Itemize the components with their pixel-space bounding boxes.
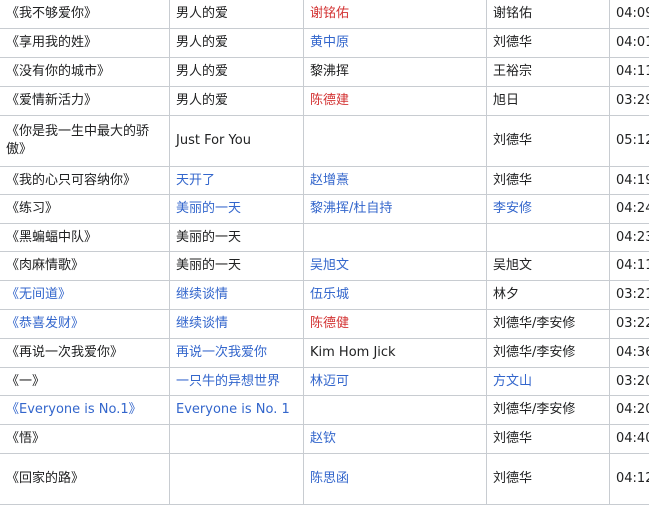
duration-cell: 04:19 [610,167,649,195]
song-title-cell: 《练习》 [0,195,170,224]
song-title-cell: 《享用我的姓》 [0,29,170,58]
duration-cell: 04:01 [610,29,649,58]
composer-cell[interactable]: 李安修 [487,195,610,224]
composer-cell [487,224,610,252]
song-title-cell: 《我的心只可容纳你》 [0,167,170,195]
song-title-cell: 《肉麻情歌》 [0,252,170,281]
duration-cell: 04:11 [610,252,649,281]
lyricist-cell[interactable]: 陈德建 [304,87,487,116]
lyricist-cell[interactable]: 黎沸挥/杜自持 [304,195,487,224]
duration-cell: 04:24 [610,195,649,224]
composer-cell: 刘德华/李安修 [487,396,610,425]
duration-cell: 04:40 [610,425,649,454]
duration-cell: 03:22 [610,310,649,339]
lyricist-cell[interactable]: 黄中原 [304,29,487,58]
composer-cell[interactable]: 方文山 [487,368,610,396]
duration-cell: 03:29 [610,87,649,116]
lyricist-cell [304,116,487,167]
album-cell [170,454,304,505]
album-cell[interactable]: 继续谈情 [170,281,304,310]
lyricist-cell[interactable]: 谢铭佑 [304,0,487,29]
composer-cell: 谢铭佑 [487,0,610,29]
songs-table-body: 《我不够爱你》男人的爱谢铭佑谢铭佑04:09《享用我的姓》男人的爱黄中原刘德华0… [0,0,649,505]
album-cell: 男人的爱 [170,87,304,116]
table-row: 《一》一只牛的异想世界林迈可方文山03:20 [0,368,649,396]
album-cell[interactable]: Everyone is No. 1 [170,396,304,425]
album-cell: 美丽的一天 [170,224,304,252]
composer-cell: 刘德华 [487,425,610,454]
song-title-cell: 《没有你的城市》 [0,58,170,87]
composer-cell: 旭日 [487,87,610,116]
table-row: 《练习》美丽的一天黎沸挥/杜自持李安修04:24 [0,195,649,224]
album-cell: 男人的爱 [170,58,304,87]
composer-cell: 王裕宗 [487,58,610,87]
table-row: 《肉麻情歌》美丽的一天吴旭文吴旭文04:11 [0,252,649,281]
song-title-cell: 《回家的路》 [0,454,170,505]
composer-cell: 刘德华/李安修 [487,339,610,368]
album-cell[interactable]: 继续谈情 [170,310,304,339]
duration-cell: 04:23 [610,224,649,252]
table-row: 《回家的路》 陈思函刘德华04:12 [0,454,649,505]
lyricist-cell[interactable]: 林迈可 [304,368,487,396]
table-row: 《无间道》继续谈情伍乐城林夕03:21 [0,281,649,310]
lyricist-cell[interactable]: 伍乐城 [304,281,487,310]
composer-cell: 刘德华 [487,29,610,58]
table-row: 《黑蝙蝠中队》美丽的一天 04:23 [0,224,649,252]
duration-cell: 03:21 [610,281,649,310]
song-title-cell: 《爱情新活力》 [0,87,170,116]
album-cell[interactable]: 天开了 [170,167,304,195]
lyricist-cell [304,396,487,425]
song-title-cell: 《你是我一生中最大的骄傲》 [0,116,170,167]
lyricist-cell[interactable]: 陈德健 [304,310,487,339]
lyricist-cell[interactable]: 赵钦 [304,425,487,454]
table-row: 《你是我一生中最大的骄傲》Just For You 刘德华05:12 [0,116,649,167]
composer-cell: 吴旭文 [487,252,610,281]
table-row: 《爱情新活力》男人的爱陈德建旭日03:29 [0,87,649,116]
table-row: 《恭喜发财》继续谈情陈德健刘德华/李安修03:22 [0,310,649,339]
duration-cell: 04:11 [610,58,649,87]
album-cell[interactable]: 一只牛的异想世界 [170,368,304,396]
composer-cell: 刘德华 [487,116,610,167]
composer-cell: 刘德华/李安修 [487,310,610,339]
table-row: 《我的心只可容纳你》天开了赵增熹刘德华04:19 [0,167,649,195]
song-title-cell[interactable]: 《恭喜发财》 [0,310,170,339]
composer-cell: 林夕 [487,281,610,310]
album-cell: Just For You [170,116,304,167]
composer-cell: 刘德华 [487,167,610,195]
duration-cell: 04:36 [610,339,649,368]
duration-cell: 05:12 [610,116,649,167]
table-row: 《享用我的姓》男人的爱黄中原刘德华04:01 [0,29,649,58]
song-title-cell: 《一》 [0,368,170,396]
song-title-cell: 《黑蝙蝠中队》 [0,224,170,252]
duration-cell: 04:09 [610,0,649,29]
composer-cell: 刘德华 [487,454,610,505]
lyricist-cell: Kim Hom Jick [304,339,487,368]
song-title-cell[interactable]: 《无间道》 [0,281,170,310]
lyricist-cell: 黎沸挥 [304,58,487,87]
album-cell: 美丽的一天 [170,252,304,281]
duration-cell: 04:12 [610,454,649,505]
album-cell: 男人的爱 [170,29,304,58]
album-cell[interactable]: 再说一次我爱你 [170,339,304,368]
table-row: 《悟》 赵钦刘德华04:40 [0,425,649,454]
duration-cell: 03:20 [610,368,649,396]
song-title-cell: 《再说一次我爱你》 [0,339,170,368]
table-row: 《Everyone is No.1》Everyone is No. 1 刘德华/李… [0,396,649,425]
song-title-cell: 《悟》 [0,425,170,454]
album-cell [170,425,304,454]
song-title-cell: 《我不够爱你》 [0,0,170,29]
table-row: 《没有你的城市》男人的爱黎沸挥王裕宗04:11 [0,58,649,87]
duration-cell: 04:20 [610,396,649,425]
table-row: 《我不够爱你》男人的爱谢铭佑谢铭佑04:09 [0,0,649,29]
song-title-cell[interactable]: 《Everyone is No.1》 [0,396,170,425]
album-cell[interactable]: 美丽的一天 [170,195,304,224]
lyricist-cell[interactable]: 吴旭文 [304,252,487,281]
lyricist-cell[interactable]: 陈思函 [304,454,487,505]
lyricist-cell [304,224,487,252]
lyricist-cell[interactable]: 赵增熹 [304,167,487,195]
table-row: 《再说一次我爱你》再说一次我爱你Kim Hom Jick刘德华/李安修04:36 [0,339,649,368]
songs-table: 《我不够爱你》男人的爱谢铭佑谢铭佑04:09《享用我的姓》男人的爱黄中原刘德华0… [0,0,649,505]
album-cell: 男人的爱 [170,0,304,29]
